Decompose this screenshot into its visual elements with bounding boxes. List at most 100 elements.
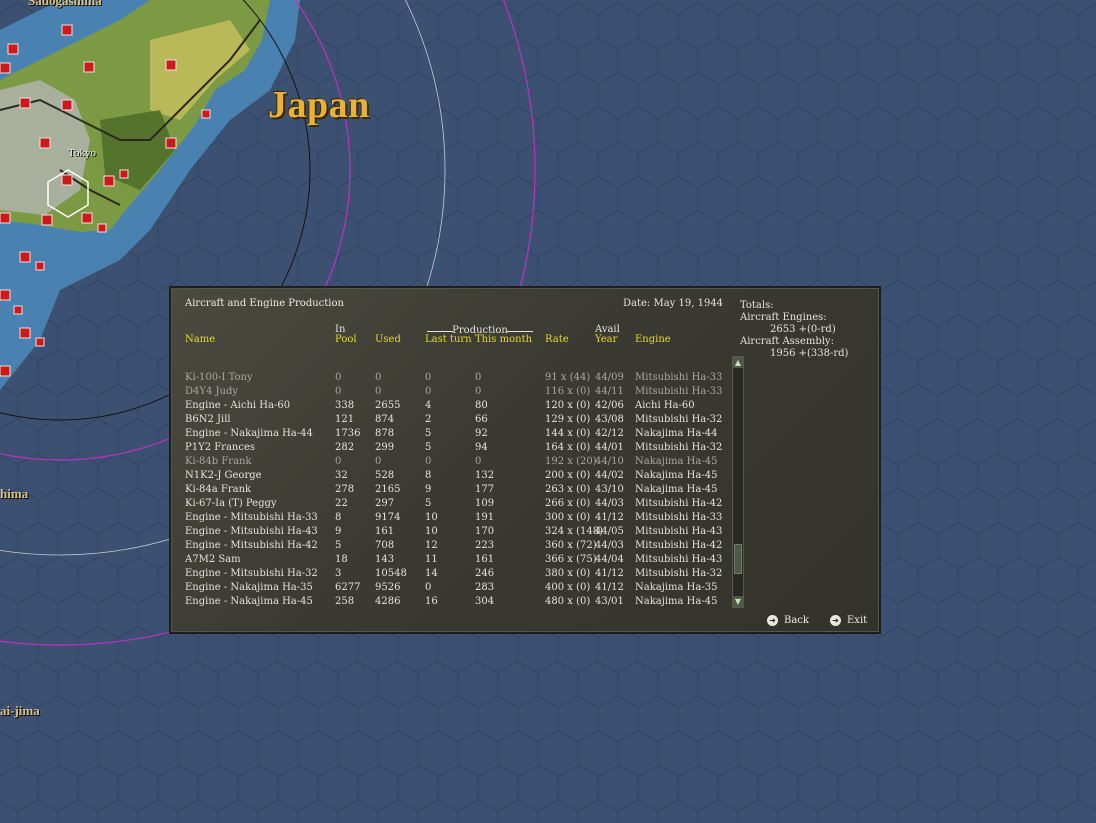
- row-last-turn: 5: [425, 428, 432, 439]
- row-this-month: 170: [475, 526, 495, 537]
- row-name: Engine - Nakajima Ha-44: [185, 428, 313, 439]
- date-label: Date:: [623, 298, 651, 309]
- row-rate: 366 x (75): [545, 554, 597, 565]
- row-last-turn: 0: [425, 372, 432, 383]
- row-rate: 480 x (0): [545, 596, 591, 607]
- table-row[interactable]: Engine - Nakajima Ha-44 1736 878 5 92 144 x (…: [171, 428, 731, 442]
- col-header-pool[interactable]: Pool: [335, 335, 357, 345]
- row-engine: Nakajima Ha-45: [635, 484, 718, 495]
- date-value: May 19, 1944: [653, 298, 724, 309]
- row-engine: Mitsubishi Ha-33: [635, 386, 723, 397]
- table-row[interactable]: N1K2-J George 32 528 8 132 200 x (0) 44/02 Naka…: [171, 470, 731, 484]
- row-engine: Mitsubishi Ha-33: [635, 372, 723, 383]
- table-row[interactable]: Engine - Mitsubishi Ha-42 5 708 12 223 360 x …: [171, 540, 731, 554]
- row-avail-year: 44/04: [595, 554, 624, 565]
- row-engine: Mitsubishi Ha-42: [635, 498, 723, 509]
- row-last-turn: 2: [425, 414, 432, 425]
- row-rate: 164 x (0): [545, 442, 591, 453]
- row-engine: Nakajima Ha-45: [635, 470, 718, 481]
- row-avail-year: 44/11: [595, 386, 624, 397]
- table-row[interactable]: Engine - Mitsubishi Ha-43 9 161 10 170 324 x …: [171, 526, 731, 540]
- row-last-turn: 0: [425, 386, 432, 397]
- row-rate: 400 x (0): [545, 582, 591, 593]
- row-rate: 116 x (0): [545, 386, 591, 397]
- table-row[interactable]: P1Y2 Frances 282 299 5 94 164 x (0) 44/01 Mitsu…: [171, 442, 731, 456]
- col-header-engine[interactable]: Engine: [635, 335, 671, 345]
- scroll-thumb[interactable]: [734, 544, 742, 574]
- col-header-name[interactable]: Name: [185, 335, 215, 345]
- row-engine: Aichi Ha-60: [635, 400, 695, 411]
- table-row[interactable]: Engine - Mitsubishi Ha-32 3 10548 14 246 380 …: [171, 568, 731, 582]
- row-last-turn: 5: [425, 442, 432, 453]
- row-avail-year: 43/01: [595, 596, 624, 607]
- dialog-title: Aircraft and Engine Production: [185, 298, 344, 309]
- row-name: Engine - Mitsubishi Ha-33: [185, 512, 318, 523]
- totals-heading: Totals:: [740, 300, 774, 311]
- exit-button[interactable]: ➜ Exit: [830, 615, 867, 626]
- table-row[interactable]: Ki-84a Frank 278 2165 9 177 263 x (0) 43/10 Nak…: [171, 484, 731, 498]
- row-name: Engine - Nakajima Ha-45: [185, 596, 313, 607]
- row-this-month: 132: [475, 470, 495, 481]
- row-used: 299: [375, 442, 395, 453]
- row-avail-year: 43/08: [595, 414, 624, 425]
- row-pool: 121: [335, 414, 355, 425]
- row-name: Engine - Mitsubishi Ha-43: [185, 526, 318, 537]
- row-last-turn: 9: [425, 484, 432, 495]
- table-row[interactable]: Engine - Nakajima Ha-45 258 4286 16 304 480 x…: [171, 596, 731, 610]
- row-used: 2655: [375, 400, 401, 411]
- row-avail-year: 44/09: [595, 372, 624, 383]
- row-pool: 18: [335, 554, 348, 565]
- col-header-this-month[interactable]: This month: [475, 335, 532, 345]
- col-header-year[interactable]: Year: [595, 335, 617, 345]
- row-pool: 32: [335, 470, 348, 481]
- back-button[interactable]: ➜ Back: [767, 615, 809, 626]
- row-pool: 0: [335, 386, 342, 397]
- table-row[interactable]: Engine - Mitsubishi Ha-33 8 9174 10 191 300 x…: [171, 512, 731, 526]
- row-name: Ki-84b Frank: [185, 456, 252, 467]
- row-last-turn: 10: [425, 526, 438, 537]
- row-pool: 1736: [335, 428, 361, 439]
- table-row[interactable]: A7M2 Sam 18 143 11 161 366 x (75) 44/04 Mitsubi…: [171, 554, 731, 568]
- row-pool: 8: [335, 512, 342, 523]
- table-row[interactable]: Engine - Nakajima Ha-35 6277 9526 0 283 400 x…: [171, 582, 731, 596]
- row-avail-year: 44/03: [595, 498, 624, 509]
- row-avail-year: 44/05: [595, 526, 624, 537]
- row-this-month: 283: [475, 582, 495, 593]
- table-row[interactable]: Ki-84b Frank 0 0 0 0 192 x (20) 44/10 Nakajima …: [171, 456, 731, 470]
- row-this-month: 109: [475, 498, 495, 509]
- row-name: P1Y2 Frances: [185, 442, 256, 453]
- island-label: Sadogashima: [28, 0, 102, 8]
- table-row[interactable]: B6N2 Jill 121 874 2 66 129 x (0) 43/08 Mitsubis…: [171, 414, 731, 428]
- date-display: Date: May 19, 1944: [623, 298, 723, 309]
- row-name: A7M2 Sam: [185, 554, 241, 565]
- row-pool: 5: [335, 540, 342, 551]
- table-row[interactable]: Engine - Aichi Ha-60 338 2655 4 80 120 x (0) 4…: [171, 400, 731, 414]
- row-engine: Nakajima Ha-45: [635, 456, 718, 467]
- row-pool: 282: [335, 442, 355, 453]
- row-this-month: 191: [475, 512, 495, 523]
- assembly-value: 1956 +(338-rd): [770, 348, 849, 359]
- row-avail-year: 42/06: [595, 400, 624, 411]
- scroll-down-arrow-icon[interactable]: ▼: [733, 596, 743, 607]
- row-pool: 0: [335, 372, 342, 383]
- col-header-used[interactable]: Used: [375, 335, 401, 345]
- col-header-rate[interactable]: Rate: [545, 335, 569, 345]
- table-row[interactable]: Ki-67-Ia (T) Peggy 22 297 5 109 266 x (0) 44/0…: [171, 498, 731, 512]
- row-name: B6N2 Jill: [185, 414, 231, 425]
- row-rate: 300 x (0): [545, 512, 591, 523]
- col-header-last-turn[interactable]: Last turn: [425, 335, 472, 345]
- row-this-month: 0: [475, 372, 482, 383]
- row-pool: 3: [335, 568, 342, 579]
- production-dialog: Aircraft and Engine Production Date: May…: [169, 286, 881, 634]
- row-used: 9526: [375, 582, 401, 593]
- row-pool: 6277: [335, 582, 361, 593]
- table-row[interactable]: Ki-100-I Tony 0 0 0 0 91 x (44) 44/09 Mitsubish…: [171, 372, 731, 386]
- row-this-month: 92: [475, 428, 488, 439]
- row-engine: Mitsubishi Ha-32: [635, 414, 723, 425]
- table-row[interactable]: D4Y4 Judy 0 0 0 0 116 x (0) 44/11 Mitsubishi Ha…: [171, 386, 731, 400]
- scrollbar[interactable]: ▲ ▼: [732, 356, 744, 608]
- row-rate: 144 x (0): [545, 428, 591, 439]
- scroll-up-arrow-icon[interactable]: ▲: [733, 357, 743, 368]
- row-engine: Mitsubishi Ha-32: [635, 568, 723, 579]
- row-used: 2165: [375, 484, 401, 495]
